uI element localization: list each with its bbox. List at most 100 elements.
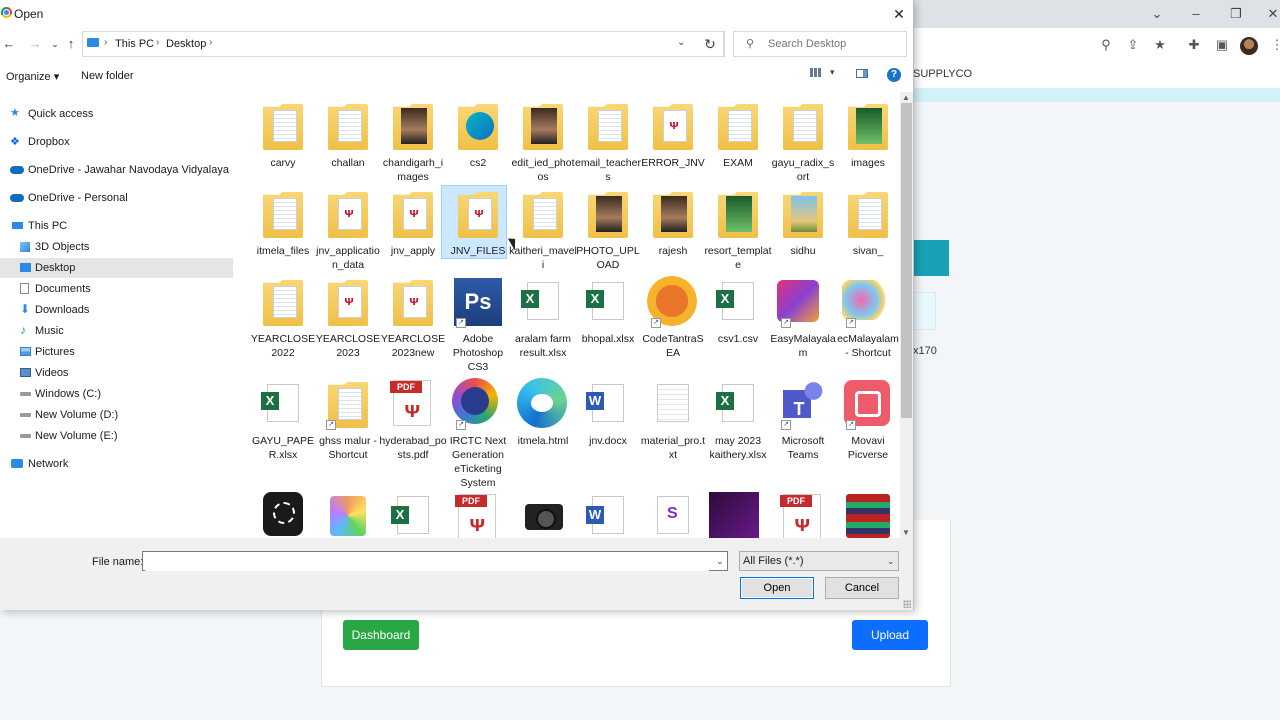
cube-icon [20, 242, 30, 252]
nav-windows-c[interactable]: Windows (C:) [18, 384, 230, 404]
refresh-icon[interactable]: ↻ [696, 31, 725, 57]
drive-icon [20, 413, 31, 417]
nav-3d-objects[interactable]: 3D Objects [18, 237, 230, 257]
nav-desktop[interactable]: Desktop [0, 258, 233, 278]
shortcut-arrow-icon: ↗ [456, 420, 466, 430]
breadcrumb-desktop[interactable]: Desktop [166, 38, 206, 50]
nav-documents[interactable]: Documents [18, 279, 230, 299]
excel-badge: X [391, 506, 409, 524]
chevron-right-icon[interactable]: › [209, 37, 212, 48]
folder-icon: ᴪ [653, 104, 693, 150]
help-icon[interactable]: ? [887, 68, 901, 82]
music-note-icon: ♪ [20, 323, 26, 337]
open-button[interactable]: Open [740, 577, 814, 599]
file-list: carvy challan chandigarh_images cs2 edit_ied… [241, 92, 899, 538]
file-name-dropdown-icon[interactable]: ⌄ [716, 556, 724, 567]
video-icon [20, 368, 31, 377]
nav-dropbox[interactable]: ❖ Dropbox [10, 132, 230, 152]
organize-menu[interactable]: Organize ▾ [6, 70, 59, 83]
cancel-button[interactable]: Cancel [825, 577, 899, 599]
file-name: YEARCLOSE2023 [315, 333, 381, 359]
profile-avatar[interactable] [1240, 37, 1258, 55]
back-arrow-icon[interactable]: ← [2, 36, 16, 52]
file-name: material_pro.txt [640, 435, 706, 461]
share-icon[interactable]: ⇪ [1124, 36, 1142, 54]
nav-new-volume-e[interactable]: New Volume (E:) [18, 426, 230, 446]
shortcut-arrow-icon: ↗ [781, 420, 791, 430]
document-icon [20, 283, 29, 294]
chevron-right-icon[interactable]: › [156, 37, 159, 48]
pdf-icon: PDF ᴪ [455, 494, 496, 538]
winrar-icon [846, 494, 890, 538]
upload-button[interactable]: Upload [852, 620, 928, 650]
file-name-field[interactable] [142, 551, 728, 571]
teams-icon: T [779, 380, 825, 424]
rubiks-cube-icon [330, 496, 366, 536]
scrollbar-thumb[interactable] [901, 103, 912, 418]
this-pc-icon [87, 38, 99, 47]
nav-onedrive-school[interactable]: OneDrive - Jawahar Navodaya Vidyalaya [10, 160, 230, 180]
nav-onedrive-personal[interactable]: OneDrive - Personal [10, 188, 230, 208]
zoom-icon[interactable]: ⚲ [1097, 36, 1115, 54]
dialog-close-icon[interactable]: ✕ [884, 3, 914, 25]
resize-grip-icon[interactable] [903, 600, 911, 608]
nav-videos[interactable]: Videos [18, 363, 230, 383]
address-bar[interactable]: › This PC › Desktop › ⌄ [82, 31, 724, 57]
nav-label: OneDrive - Personal [28, 192, 128, 204]
dashboard-button[interactable]: Dashboard [343, 620, 419, 650]
forward-arrow-icon[interactable]: → [28, 36, 42, 52]
page-header-bar [913, 88, 1280, 102]
extensions-icon[interactable]: ✚ [1185, 36, 1203, 54]
view-options-chevron-icon[interactable]: ▾ [830, 67, 835, 78]
file-type-chevron-icon[interactable]: ⌄ [887, 556, 895, 567]
view-options-icon[interactable] [810, 68, 821, 77]
minimize-icon[interactable]: – [1181, 4, 1211, 24]
file-name: sidhu [790, 245, 816, 257]
open-dialog: Open ✕ ← → ⌄ ↑ › This PC › Desktop › ⌄ ↻… [0, 0, 914, 610]
scroll-up-icon[interactable]: ▲ [902, 93, 910, 102]
file-name-label: File name: [92, 556, 144, 568]
page-teal-block [913, 240, 949, 276]
recent-locations-chevron-icon[interactable]: ⌄ [48, 36, 62, 52]
bookmark-star-icon[interactable]: ★ [1151, 36, 1169, 54]
file-name-input[interactable] [145, 553, 709, 571]
nav-label: New Volume (E:) [35, 430, 118, 442]
preview-pane-icon[interactable] [856, 69, 868, 78]
side-panel-icon[interactable]: ▣ [1213, 36, 1231, 54]
nav-label: Dropbox [28, 136, 70, 148]
search-input[interactable] [766, 35, 904, 53]
folder-icon [848, 104, 888, 150]
shortcut-arrow-icon: ↗ [846, 420, 856, 430]
nav-this-pc[interactable]: This PC [10, 216, 230, 236]
file-name: YEARCLOSE2023new [380, 333, 446, 359]
shortcut-arrow-icon: ↗ [781, 318, 791, 328]
nav-network[interactable]: Network [10, 454, 230, 474]
file-type-select[interactable]: All Files (*.*) [739, 551, 899, 571]
close-icon[interactable]: ✕ [1258, 4, 1280, 24]
nav-quick-access[interactable]: ★ Quick access [10, 104, 230, 124]
nav-music[interactable]: ♪ Music [18, 321, 230, 341]
file-name: CodeTantraSEA [642, 333, 704, 359]
search-box[interactable]: ⚲ [733, 31, 907, 57]
navigation-pane: ★ Quick access ❖ Dropbox OneDrive - Jawa… [0, 92, 236, 538]
up-arrow-icon[interactable]: ↑ [64, 36, 78, 52]
tab-list-icon[interactable]: ⌄ [1142, 4, 1172, 24]
file-name: edit_ied_photos [511, 157, 575, 183]
chevron-right-icon[interactable]: › [104, 37, 107, 48]
menu-icon[interactable]: ⋮ [1268, 36, 1280, 54]
new-folder-button[interactable]: New folder [81, 70, 134, 82]
page-input-box [913, 292, 936, 330]
file-name: gayu_radix_sort [771, 157, 835, 183]
file-name: itmela.html [517, 435, 569, 447]
nav-pictures[interactable]: Pictures [18, 342, 230, 362]
scroll-down-icon[interactable]: ▼ [902, 528, 910, 537]
breadcrumb-this-pc[interactable]: This PC [115, 38, 154, 50]
shortcut-arrow-icon: ↗ [326, 420, 336, 430]
file-name: chandigarh_images [382, 157, 444, 183]
bookmark-supplyco[interactable]: SUPPLYCO [913, 68, 972, 80]
restore-icon[interactable]: ❐ [1221, 4, 1251, 24]
address-dropdown-icon[interactable]: ⌄ [677, 37, 685, 48]
nav-downloads[interactable]: ⬇ Downloads [18, 300, 230, 320]
file-name: Adobe Photoshop CS3 [452, 333, 504, 373]
nav-new-volume-d[interactable]: New Volume (D:) [18, 405, 230, 425]
